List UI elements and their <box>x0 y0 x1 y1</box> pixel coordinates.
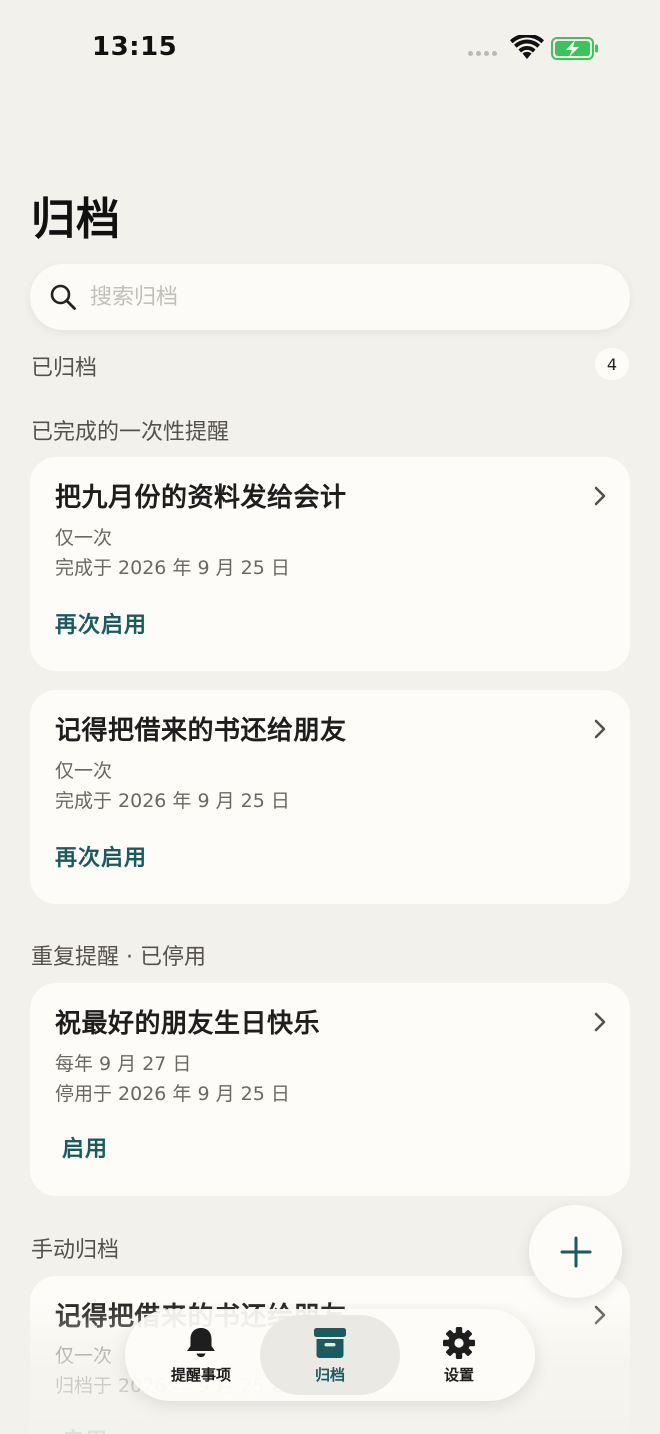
card-status: 完成于 2026 年 9 月 25 日 <box>55 790 290 812</box>
section-label-completed: 已完成的一次性提醒 <box>31 420 230 445</box>
card-repeat: 仅一次 <box>55 760 113 782</box>
chevron-right-icon <box>594 1012 606 1032</box>
archive-box-icon <box>314 1327 346 1358</box>
re-enable-button[interactable]: 再次启用 <box>55 840 147 872</box>
chevron-right-icon <box>594 719 606 739</box>
tab-reminders[interactable]: 提醒事项 <box>131 1315 271 1395</box>
card-repeat: 仅一次 <box>55 527 113 549</box>
tab-label: 提醒事项 <box>170 1365 231 1384</box>
enable-button[interactable]: 启用 <box>62 1131 108 1163</box>
card-repeat: 每年 9 月 27 日 <box>55 1053 192 1075</box>
card-title: 祝最好的朋友生日快乐 <box>55 1009 321 1039</box>
page-title: 归档 <box>31 194 121 245</box>
reminder-card[interactable]: 祝最好的朋友生日快乐 每年 9 月 27 日 停用于 2026 年 9 月 25… <box>30 983 630 1196</box>
tab-archive[interactable]: 归档 <box>260 1315 400 1395</box>
search-input[interactable] <box>90 280 610 314</box>
battery-charging-icon <box>551 37 598 60</box>
plus-icon <box>560 1236 591 1267</box>
section-label-manual: 手动归档 <box>31 1238 120 1263</box>
wifi-icon <box>510 35 544 59</box>
search-icon <box>50 284 76 310</box>
status-time: 13:15 <box>92 32 178 62</box>
chevron-right-icon <box>594 486 606 506</box>
archived-summary-label: 已归档 <box>31 356 98 381</box>
gear-icon <box>443 1326 475 1359</box>
cellular-signal-icon <box>468 51 497 56</box>
reminder-card[interactable]: 记得把借来的书还给朋友 仅一次 完成于 2026 年 9 月 25 日 再次启用 <box>30 690 630 904</box>
card-repeat: 仅一次 <box>55 1345 113 1367</box>
tab-label: 设置 <box>443 1365 474 1384</box>
card-title: 把九月份的资料发给会计 <box>55 483 347 513</box>
add-button[interactable] <box>529 1205 622 1298</box>
re-enable-button[interactable]: 再次启用 <box>55 607 147 639</box>
archived-count-badge: 4 <box>595 348 629 380</box>
card-status: 完成于 2026 年 9 月 25 日 <box>55 557 290 579</box>
enable-button[interactable]: 启用 <box>62 1423 108 1434</box>
reminder-card[interactable]: 把九月份的资料发给会计 仅一次 完成于 2026 年 9 月 25 日 再次启用 <box>30 457 630 671</box>
tab-label: 归档 <box>314 1365 345 1384</box>
tab-bar: 提醒事项 归档 设置 <box>125 1309 535 1401</box>
card-title: 记得把借来的书还给朋友 <box>55 716 347 746</box>
card-status: 停用于 2026 年 9 月 25 日 <box>55 1083 290 1105</box>
tab-settings[interactable]: 设置 <box>389 1315 529 1395</box>
bell-icon <box>187 1327 215 1357</box>
status-bar: 13:15 <box>0 0 660 100</box>
chevron-right-icon <box>594 1305 606 1325</box>
section-label-disabled-repeat: 重复提醒 · 已停用 <box>31 945 206 970</box>
